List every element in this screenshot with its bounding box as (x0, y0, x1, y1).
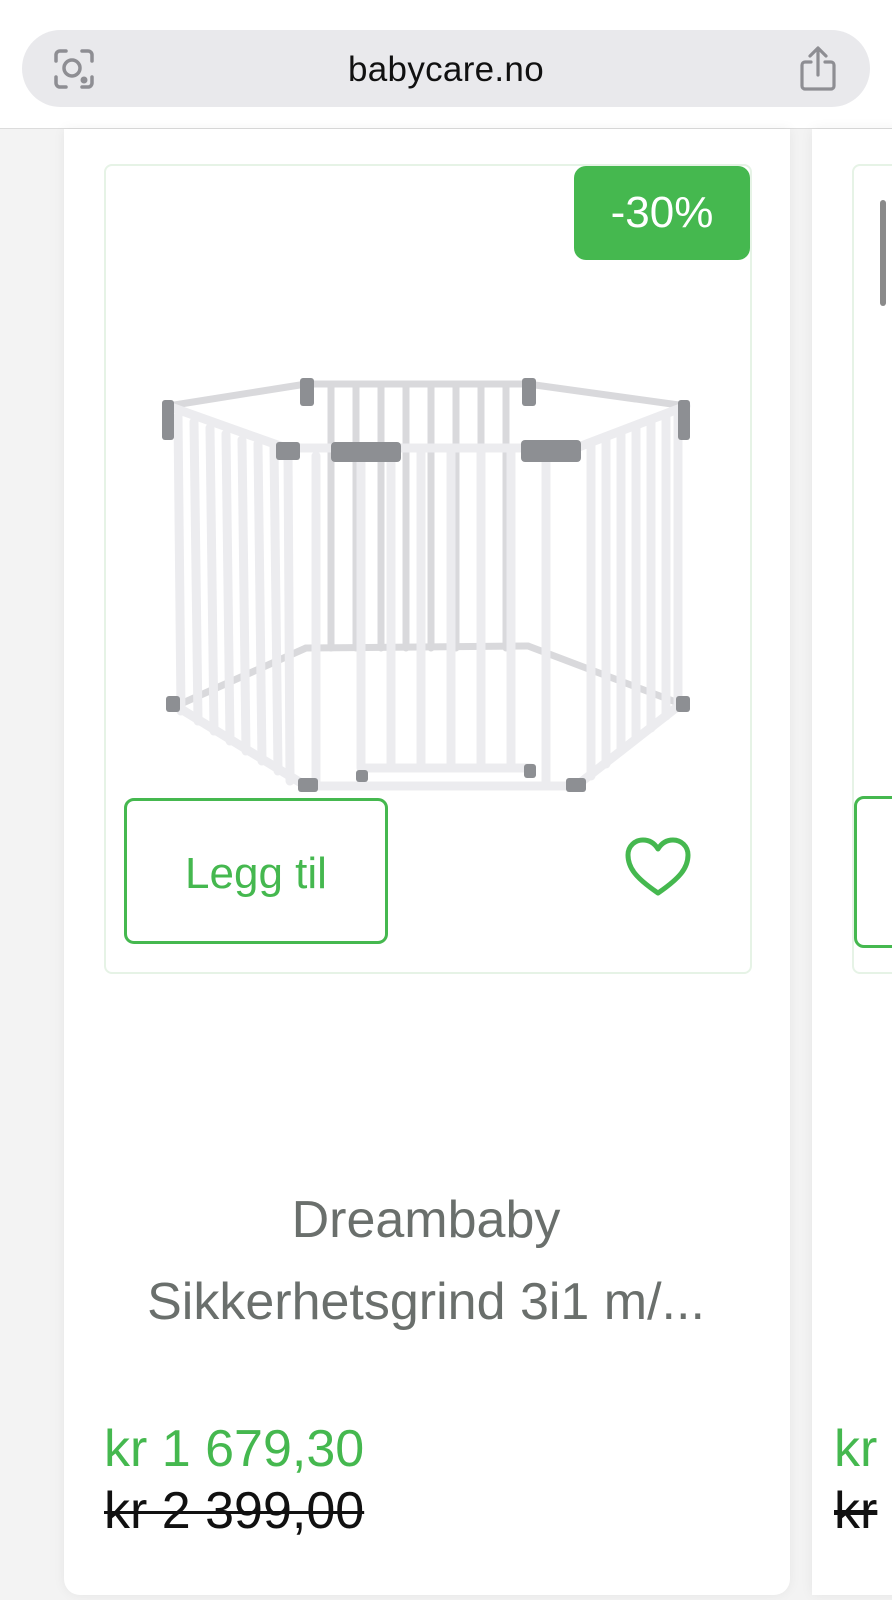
browser-address-bar: babycare.no (0, 0, 892, 129)
scrollbar[interactable] (880, 200, 886, 306)
product-title-line-1: Dreambaby (291, 1191, 561, 1249)
next-product-card[interactable]: kr kr (812, 129, 892, 1595)
discount-badge: -30% (574, 166, 750, 260)
next-add-to-cart-button[interactable] (854, 796, 892, 948)
next-original-price: kr (834, 1482, 878, 1540)
product-card[interactable]: -30% Legg til Dreambaby Sikkerhetsgrind … (64, 129, 790, 1595)
url-text: babycare.no (348, 50, 544, 89)
next-current-price: kr (834, 1420, 878, 1478)
add-to-cart-button[interactable]: Legg til (124, 798, 388, 944)
product-title-line-2: Sikkerhetsgrind 3i1 m/... (147, 1273, 705, 1331)
original-price: kr 2 399,00 (104, 1482, 365, 1540)
product-image[interactable] (156, 366, 716, 806)
share-icon[interactable] (796, 46, 840, 92)
product-image-frame: -30% Legg til (104, 164, 752, 974)
url-field[interactable]: babycare.no (22, 30, 870, 107)
current-price: kr 1 679,30 (104, 1420, 365, 1478)
heart-icon[interactable] (624, 836, 692, 898)
product-title[interactable]: Dreambaby Sikkerhetsgrind 3i1 m/... (104, 1179, 748, 1343)
